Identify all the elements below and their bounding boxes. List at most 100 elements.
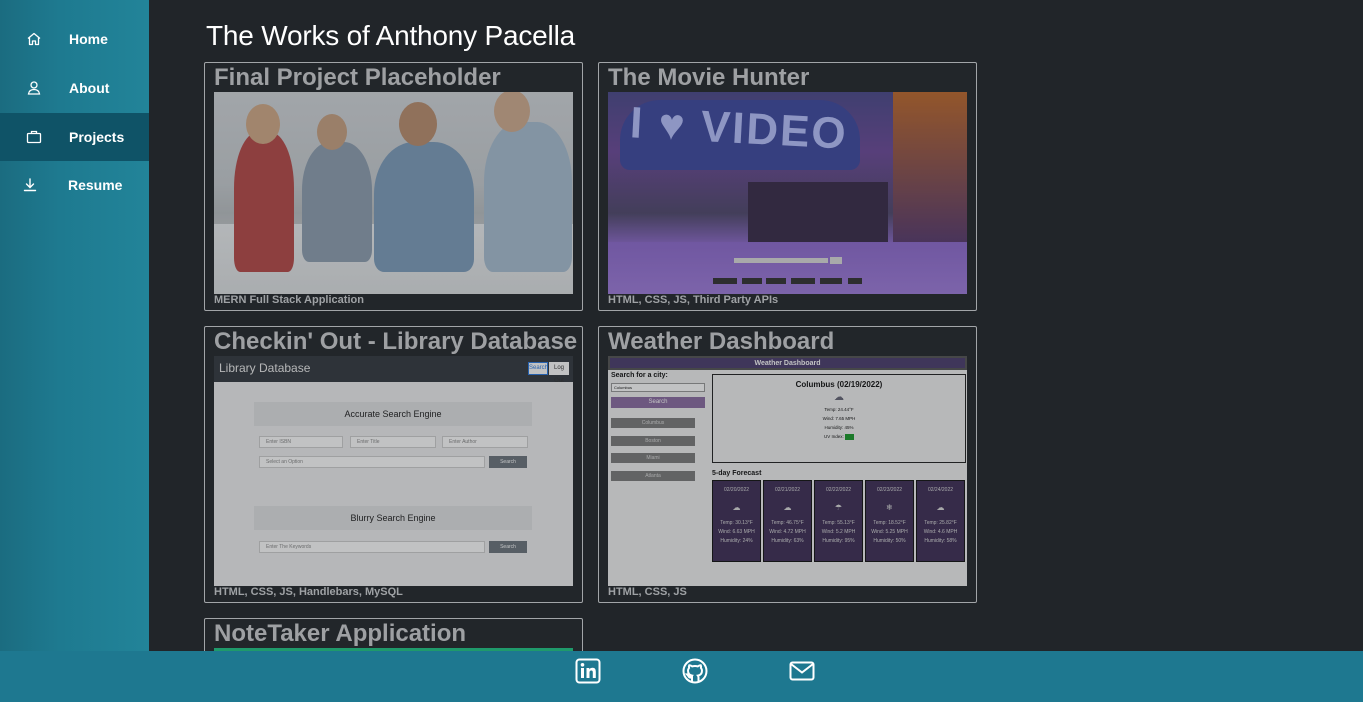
project-card-weather[interactable]: Weather Dashboard Weather Dashboard Sear… [598, 326, 977, 603]
cloud-icon: ☁ [732, 503, 741, 512]
forecast-humidity: Humidity: 63% [771, 538, 804, 544]
weather-header: Weather Dashboard [608, 356, 967, 370]
isbn-field: Enter ISBN [259, 436, 343, 448]
forecast-wind: Wind: 4.72 MPH [769, 529, 806, 535]
current-uv: UV Index: [713, 434, 965, 440]
nav-label-about: About [69, 80, 110, 96]
city-button: Miami [611, 453, 695, 463]
project-card-movie-hunter[interactable]: The Movie Hunter I ♥ VIDEO HTML, CSS, JS… [598, 62, 977, 311]
briefcase-icon [26, 130, 42, 144]
cloud-icon: ☁ [936, 503, 945, 512]
page-title: The Works of Anthony Pacella [206, 20, 575, 51]
forecast-day: 02/20/2022 ☁ Temp: 30.13°F Wind: 6.63 MP… [712, 480, 761, 562]
weather-preview: Weather Dashboard Search for a city: Col… [608, 356, 967, 586]
forecast-wind: Wind: 5.2 MPH [821, 529, 856, 535]
user-icon [27, 81, 41, 95]
forecast-temp: Temp: 55.13°F [822, 520, 855, 526]
library-search-nav: Search [528, 362, 548, 375]
project-title: NoteTaker Application [214, 620, 467, 647]
forecast-date: 02/22/2022 [825, 487, 852, 493]
movie-search-input [734, 258, 828, 263]
weather-search-button: Search [611, 397, 705, 408]
project-screenshot: Library Database Search Log Out Accurate… [214, 356, 573, 586]
project-title: Final Project Placeholder [214, 64, 501, 91]
movie-search-button [830, 257, 842, 264]
weather-search-label: Search for a city: [611, 372, 668, 379]
forecast-date: 02/24/2022 [927, 487, 954, 493]
nav-label-home: Home [69, 31, 108, 47]
sidebar: Home About Projects Resume [0, 0, 149, 702]
forecast-label: 5-day Forecast [712, 470, 762, 477]
project-screenshot: I ♥ VIDEO [608, 92, 967, 294]
current-temp: Temp: 24.44°F [824, 407, 854, 412]
project-screenshot [214, 92, 573, 294]
cloud-icon: ☁ [834, 392, 844, 403]
blurry-search-button: Search [489, 541, 527, 553]
forecast-temp: Temp: 46.75°F [771, 520, 804, 526]
linkedin-link[interactable] [575, 658, 601, 684]
forecast-wind: Wind: 4.6 MPH [923, 529, 958, 535]
weather-city-input: Columbus [611, 383, 705, 392]
city-button: Atlanta [611, 471, 695, 481]
project-title: The Movie Hunter [608, 64, 810, 91]
city-button: Boston [611, 436, 695, 446]
author-field: Enter Author [442, 436, 528, 448]
project-screenshot: Weather Dashboard Search for a city: Col… [608, 356, 967, 586]
project-caption: HTML, CSS, JS [608, 586, 687, 598]
current-weather: Columbus (02/19/2022) ☁ Temp: 24.44°F Wi… [712, 374, 966, 463]
nav-item-home[interactable]: Home [0, 15, 149, 63]
nav-label-projects: Projects [69, 129, 125, 145]
forecast-day: 02/23/2022 ❄ Temp: 18.52°F Wind: 5.25 MP… [865, 480, 914, 562]
forecast-wind: Wind: 6.63 MPH [718, 529, 755, 535]
github-link[interactable] [682, 658, 708, 684]
forecast-date: 02/23/2022 [876, 487, 903, 493]
library-logout-nav: Log Out [549, 362, 569, 384]
forecast-wind: Wind: 5.25 MPH [871, 529, 908, 535]
forecast-humidity: Humidity: 50% [873, 538, 906, 544]
forecast-humidity: Humidity: 24% [720, 538, 753, 544]
home-icon [27, 32, 41, 46]
forecast-day: 02/24/2022 ☁ Temp: 25.82°F Wind: 4.6 MPH… [916, 480, 965, 562]
keyword-field: Enter The Keywords [259, 541, 485, 553]
blurry-search-title: Blurry Search Engine [254, 506, 532, 530]
cloud-icon: ☁ [783, 503, 792, 512]
mail-icon [789, 661, 815, 681]
uv-label: UV Index: [823, 434, 844, 440]
download-icon [23, 178, 37, 192]
current-city: Columbus (02/19/2022) [795, 380, 883, 389]
forecast-date: 02/20/2022 [723, 487, 750, 493]
forecast-temp: Temp: 18.52°F [873, 520, 906, 526]
city-button: Columbus [611, 418, 695, 428]
project-card-library[interactable]: Checkin' Out - Library Database Library … [204, 326, 583, 603]
library-preview: Library Database Search Log Out Accurate… [214, 356, 573, 586]
project-caption: HTML, CSS, JS, Third Party APIs [608, 294, 779, 306]
library-brand: Library Database [219, 361, 311, 375]
nav-label-resume: Resume [68, 177, 123, 193]
project-caption: MERN Full Stack Application [214, 294, 364, 306]
nav-item-projects[interactable]: Projects [0, 113, 149, 161]
email-link[interactable] [789, 658, 815, 684]
accurate-search-title: Accurate Search Engine [254, 402, 532, 426]
rain-icon: ☂ [834, 503, 843, 512]
forecast-date: 02/21/2022 [774, 487, 801, 493]
project-card-final[interactable]: Final Project Placeholder MERN Full Stac… [204, 62, 583, 311]
current-humidity: Humidity: 45% [824, 425, 854, 430]
option-select: Select an Option [259, 456, 485, 468]
project-title: Weather Dashboard [608, 328, 835, 355]
project-caption: HTML, CSS, JS, Handlebars, MySQL [214, 586, 403, 598]
forecast-day: 02/22/2022 ☂ Temp: 55.13°F Wind: 5.2 MPH… [814, 480, 863, 562]
title-field: Enter Title [350, 436, 436, 448]
team-photo [214, 92, 573, 294]
forecast-humidity: Humidity: 58% [924, 538, 957, 544]
movie-hunter-preview: I ♥ VIDEO [608, 92, 967, 294]
nav-item-about[interactable]: About [0, 64, 149, 112]
github-icon [682, 658, 708, 684]
footer [0, 651, 1363, 702]
forecast-temp: Temp: 25.82°F [924, 520, 957, 526]
forecast-humidity: Humidity: 95% [822, 538, 855, 544]
forecast-temp: Temp: 30.13°F [720, 520, 753, 526]
current-wind: Wind: 7.65 MPH [822, 416, 856, 421]
snow-icon: ❄ [886, 503, 893, 512]
nav-item-resume[interactable]: Resume [0, 161, 149, 209]
accurate-search-button: Search [489, 456, 527, 468]
